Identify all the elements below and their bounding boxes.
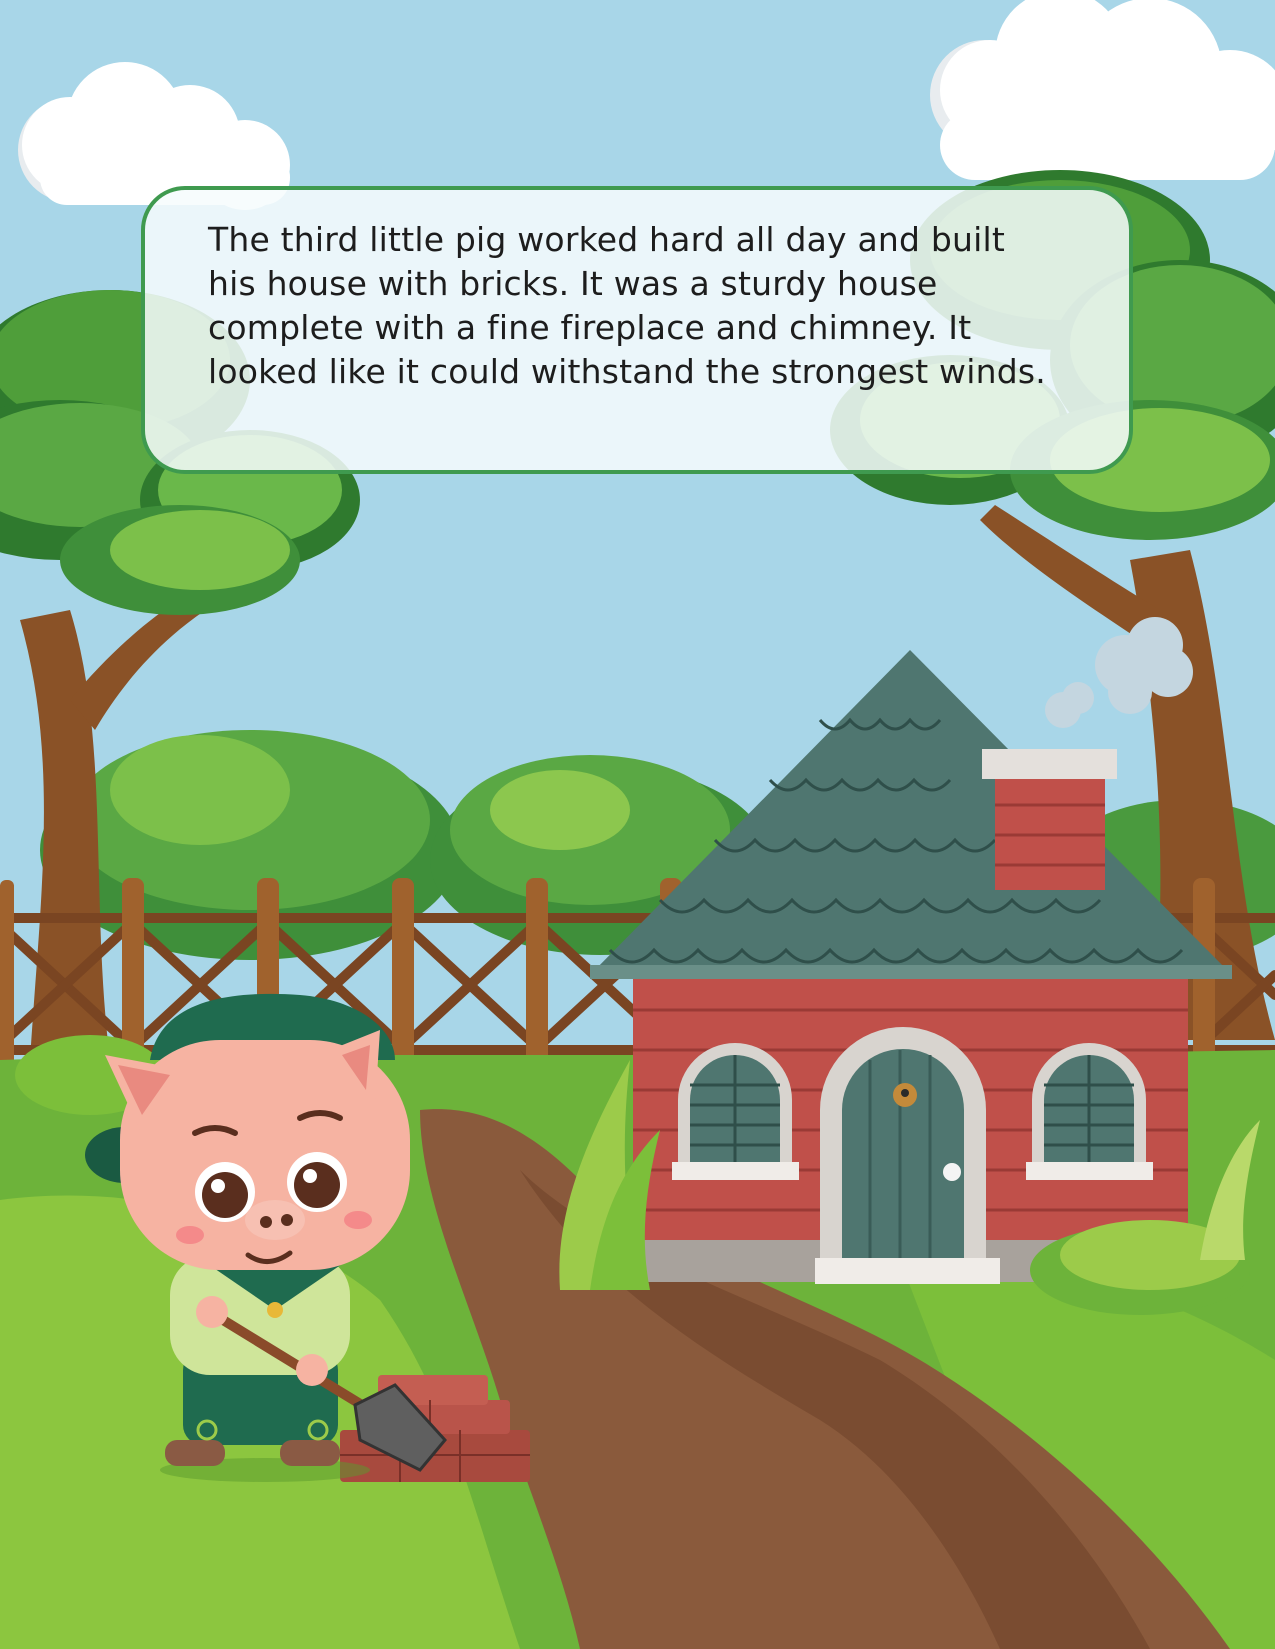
story-text-box: The third little pig worked hard all day… [141, 186, 1133, 474]
story-text: The third little pig worked hard all day… [208, 220, 1046, 391]
chimney [982, 749, 1117, 890]
front-door [815, 1027, 1000, 1284]
storybook-page: The third little pig worked hard all day… [0, 0, 1275, 1649]
